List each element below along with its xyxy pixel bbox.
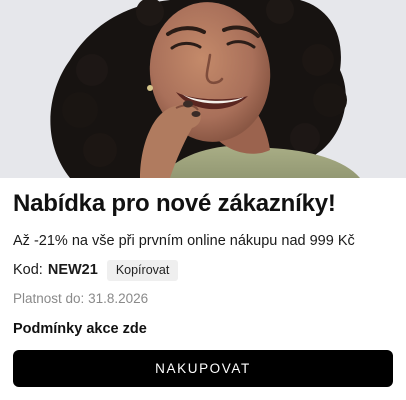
validity-text: Platnost do: 31.8.2026	[13, 291, 148, 306]
code-label: Kod:	[13, 262, 43, 278]
shop-now-button[interactable]: NAKUPOVAT	[13, 350, 393, 387]
hero-image	[0, 0, 406, 178]
validity-label: Platnost do:	[13, 291, 85, 306]
promo-title: Nabídka pro nové zákazníky!	[13, 190, 336, 217]
validity-date: 31.8.2026	[88, 291, 149, 306]
copy-code-button[interactable]: Kopírovat	[106, 259, 179, 281]
promo-subtitle: Až -21% na vše při prvním online nákupu …	[13, 233, 355, 249]
promo-code-row: Kod: NEW21 Kopírovat	[13, 259, 179, 281]
smiling-woman-photo	[0, 0, 406, 178]
promo-card: Nabídka pro nové zákazníky! Až -21% na v…	[0, 0, 406, 400]
terms-link[interactable]: Podmínky akce zde	[13, 321, 147, 337]
promo-code[interactable]: NEW21	[48, 262, 98, 278]
